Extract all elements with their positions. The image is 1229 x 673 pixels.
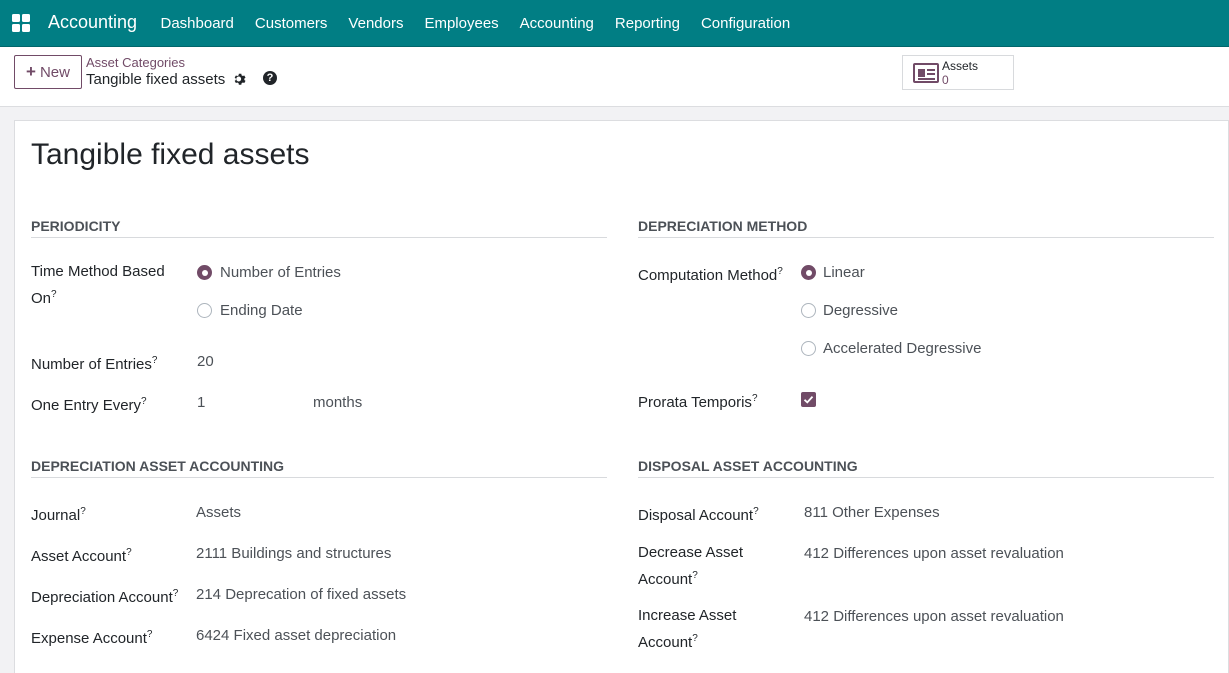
number-of-entries-field[interactable]: 20 <box>197 353 214 370</box>
tooltip-mark: ? <box>51 289 57 300</box>
top-navbar: Accounting Dashboard Customers Vendors E… <box>0 0 1229 47</box>
menu-customers[interactable]: Customers <box>244 15 338 32</box>
periodicity-heading: PERIODICITY <box>31 218 121 234</box>
one-entry-every-field[interactable]: 1 <box>197 394 205 411</box>
gear-icon[interactable] <box>233 72 247 86</box>
journal-field[interactable]: Assets <box>196 504 241 521</box>
decrease-asset-account-label: Decrease Asset Account? <box>638 544 744 588</box>
check-icon <box>803 395 814 404</box>
computation-method-label: Computation Method? <box>638 266 783 284</box>
radio-linear[interactable] <box>801 265 816 280</box>
smart-button-count: 0 <box>942 73 949 87</box>
menu-configuration[interactable]: Configuration <box>690 15 800 32</box>
disposal-account-label: Disposal Account? <box>638 506 759 524</box>
app-brand[interactable]: Accounting <box>48 12 137 33</box>
radio-ending-date-label[interactable]: Ending Date <box>220 302 303 319</box>
expense-account-field[interactable]: 6424 Fixed asset depreciation <box>196 627 396 644</box>
radio-ending-date[interactable] <box>197 303 212 318</box>
depreciation-method-separator <box>638 237 1214 238</box>
radio-number-of-entries-label[interactable]: Number of Entries <box>220 264 341 281</box>
menu-vendors[interactable]: Vendors <box>338 15 414 32</box>
control-panel: + New Asset Categories Tangible fixed as… <box>0 47 1229 107</box>
prorata-temporis-label: Prorata Temporis? <box>638 393 758 411</box>
one-entry-every-label: One Entry Every? <box>31 396 147 414</box>
disposal-accounting-heading: DISPOSAL ASSET ACCOUNTING <box>638 458 858 474</box>
increase-asset-account-field[interactable]: 412 Differences upon asset revaluation <box>804 608 1064 625</box>
help-icon[interactable]: ? <box>263 71 277 85</box>
menu-employees[interactable]: Employees <box>414 15 509 32</box>
breadcrumb-asset-categories[interactable]: Asset Categories <box>86 55 185 70</box>
smart-button-label: Assets <box>942 59 979 73</box>
expense-account-label: Expense Account? <box>31 629 153 647</box>
time-method-label: Time Method Based On? <box>31 263 165 307</box>
radio-accelerated-degressive-label[interactable]: Accelerated Degressive <box>823 340 981 357</box>
radio-degressive-label[interactable]: Degressive <box>823 302 898 319</box>
radio-linear-label[interactable]: Linear <box>823 264 865 281</box>
decrease-asset-account-field[interactable]: 412 Differences upon asset revaluation <box>804 545 1064 562</box>
increase-asset-account-label: Increase Asset Account? <box>638 607 737 651</box>
period-unit-select[interactable]: months <box>313 394 362 411</box>
number-of-entries-label: Number of Entries? <box>31 355 158 373</box>
radio-degressive[interactable] <box>801 303 816 318</box>
menu-reporting[interactable]: Reporting <box>604 15 690 32</box>
menu-accounting[interactable]: Accounting <box>509 15 604 32</box>
record-name[interactable]: Tangible fixed assets <box>31 138 310 172</box>
id-card-icon <box>913 63 939 83</box>
journal-label: Journal? <box>31 506 86 524</box>
depreciation-account-label: Depreciation Account? <box>31 588 179 606</box>
new-button[interactable]: + New <box>14 55 82 89</box>
disposal-accounting-separator <box>638 477 1214 478</box>
asset-account-field[interactable]: 2111 Buildings and structures <box>196 545 391 562</box>
disposal-account-field[interactable]: 811 Other Expenses <box>804 504 940 521</box>
depreciation-accounting-separator <box>31 477 607 478</box>
asset-account-label: Asset Account? <box>31 547 132 565</box>
main-menu: Dashboard Customers Vendors Employees Ac… <box>150 0 801 46</box>
periodicity-separator <box>31 237 607 238</box>
radio-number-of-entries[interactable] <box>197 265 212 280</box>
new-button-label: New <box>39 63 70 81</box>
depreciation-method-heading: DEPRECIATION METHOD <box>638 218 808 234</box>
breadcrumb-current-record: Tangible fixed assets <box>86 71 226 88</box>
assets-smart-button[interactable]: Assets 0 <box>902 55 1014 90</box>
plus-icon: + <box>26 62 36 81</box>
menu-dashboard[interactable]: Dashboard <box>150 15 244 32</box>
depreciation-account-field[interactable]: 214 Deprecation of fixed assets <box>196 586 406 603</box>
radio-accelerated-degressive[interactable] <box>801 341 816 356</box>
prorata-temporis-checkbox[interactable] <box>801 392 816 407</box>
depreciation-accounting-heading: DEPRECIATION ASSET ACCOUNTING <box>31 458 285 474</box>
apps-menu-icon[interactable] <box>12 14 30 32</box>
